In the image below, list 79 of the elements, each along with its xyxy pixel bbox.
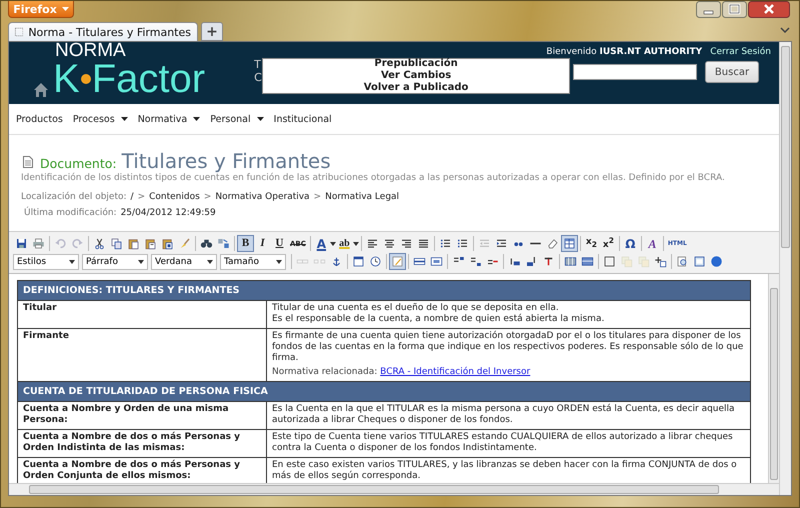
caret-icon xyxy=(276,260,282,264)
breadcrumb-separator: > xyxy=(204,192,212,202)
document-icon xyxy=(23,156,33,168)
vertical-scrollbar[interactable] xyxy=(768,274,779,483)
definition-text: Es firmante de una cuenta quien tiene autorización otorgadaD por el o los titulares para disponer de los fondos de las cuentas en la forma que indique en los respectivos poderes. Es responsable sólo de lo que firma. xyxy=(272,331,744,364)
header-text: T xyxy=(254,58,261,71)
dropdown[interactable]: Párrafo xyxy=(82,254,148,270)
document-label: Documento: xyxy=(40,156,117,171)
breadcrumb-link[interactable]: Normativa Legal xyxy=(325,192,400,202)
dropdown[interactable]: Estilos xyxy=(13,254,79,270)
definition-text: Titular de una cuenta es el dueño de lo que se deposita en ella. xyxy=(272,303,560,314)
definition-text: Es la Cuenta en la que el TITULAR es la misma persona a cuyo ORDEN está la Cuenta, es decir aquella autorizada a librar Cheques o disponer de los fondos. xyxy=(272,404,736,426)
modified-label: Última modificación: xyxy=(24,208,117,218)
format-button[interactable]: x$_{2}$ xyxy=(582,235,600,252)
format-button[interactable]: x$^{2}$ xyxy=(600,235,617,252)
location-label: Localización del objeto: xyxy=(21,192,127,202)
term-cell: Cuenta a Nombre y Orden de una misma Persona: xyxy=(18,402,266,430)
caret-icon xyxy=(207,260,213,264)
browser-tab[interactable]: Norma - Titulares y Firmantes xyxy=(8,22,198,41)
breadcrumb-link[interactable]: Contenidos xyxy=(149,192,200,202)
page-scrollbar[interactable] xyxy=(779,42,791,495)
nav-item[interactable]: Procesos xyxy=(72,114,128,124)
related-link[interactable]: BCRA - Identificación del Inversor xyxy=(380,367,530,377)
new-tab-button[interactable]: + xyxy=(201,22,223,41)
format-button[interactable]: A xyxy=(312,235,330,252)
nav-item[interactable]: Institucional xyxy=(274,114,332,124)
caret-icon[interactable] xyxy=(330,242,336,246)
nav-item[interactable]: Productos xyxy=(16,114,63,124)
horizontal-scrollbar[interactable] xyxy=(9,483,779,495)
chevron-down-icon[interactable] xyxy=(780,27,790,33)
home-icon[interactable] xyxy=(33,82,49,98)
search-field[interactable] xyxy=(573,64,697,80)
format-button[interactable]: A xyxy=(644,235,661,252)
modified-date: 25/04/2012 12:49:59 xyxy=(120,208,216,218)
pencil-icon[interactable] xyxy=(389,253,406,270)
section-heading: DEFINICIONES: TITULARES Y FIRMANTES xyxy=(18,280,750,300)
related-label: Normativa relacionada: xyxy=(272,367,378,377)
format-button[interactable]: ab xyxy=(336,235,353,252)
header-text: C xyxy=(254,71,262,84)
logout-link[interactable]: Cerrar Sesión xyxy=(710,47,771,57)
close-icon[interactable] xyxy=(748,1,790,18)
welcome-text: Bienvenido IUSR.NT AUTHORITY xyxy=(546,47,702,57)
caret-icon xyxy=(62,7,69,11)
definition-text: Es el responsable de la cuenta, a nombre de quien está abierta la misma. xyxy=(272,314,606,325)
menu-item[interactable]: Prepublicación xyxy=(374,58,458,70)
search-button[interactable]: Buscar xyxy=(705,61,759,83)
breadcrumb-link[interactable]: Normativa Operativa xyxy=(215,192,310,202)
nav-item[interactable]: Personal xyxy=(210,114,264,124)
maximize-icon[interactable] xyxy=(722,1,747,18)
nav-item[interactable]: Normativa xyxy=(138,114,200,124)
definition-text: En este caso existen varios TITULARES, y las libranzas se deben hacer con la firma CONJUNTA de dos o más de ellos según corresponda. xyxy=(272,460,738,482)
caret-icon[interactable] xyxy=(352,242,359,246)
breadcrumb-separator: > xyxy=(314,192,322,202)
definition-text: Este tipo de Cuenta tiene varios TITULARES estando CUALQUIERA de ellos autorizado a librar cheques contra la Cuenta o disponer de los fondos Indistintamente. xyxy=(272,432,734,454)
breadcrumb-separator: > xyxy=(138,192,146,202)
caret-icon xyxy=(138,260,144,264)
caret-icon xyxy=(69,260,75,264)
menu-item[interactable]: Ver Cambios xyxy=(380,70,452,82)
logo-text: K xyxy=(53,60,80,98)
dot-icon xyxy=(80,73,92,85)
document-description: Identificación de los distintos tipos de cuentas en función de las atribuciones otorgadas a las personas autorizadas a operar con ellas. Definido por el BCRA. xyxy=(21,173,726,183)
table-icon[interactable] xyxy=(560,235,578,252)
logo-text: Factor xyxy=(92,60,206,98)
document-title: Titulares y Firmantes xyxy=(122,149,331,173)
menu-item[interactable]: Volver a Publicado xyxy=(364,82,468,94)
term-cell: Titular xyxy=(18,300,266,328)
breadcrumb-link[interactable]: / xyxy=(130,192,134,202)
logo-text: NORMA xyxy=(55,42,127,60)
format-button[interactable]: B xyxy=(237,235,254,252)
minimize-icon[interactable] xyxy=(696,1,721,18)
page-icon xyxy=(15,26,24,38)
tab-title: Norma - Titulares y Firmantes xyxy=(28,26,191,38)
format-button[interactable]: I xyxy=(254,235,271,252)
format-button[interactable]: U xyxy=(271,235,288,252)
format-button[interactable]: Ω xyxy=(622,235,639,252)
section-heading: CUENTA DE TITULARIDAD DE PERSONA FISICA xyxy=(18,382,750,402)
term-cell: Cuenta a Nombre de dos o más Personas y Orden Indistinta de las mismas: xyxy=(18,430,266,458)
dropdown[interactable]: Tamaño xyxy=(220,254,286,270)
dropdown[interactable]: Verdana xyxy=(151,254,217,270)
